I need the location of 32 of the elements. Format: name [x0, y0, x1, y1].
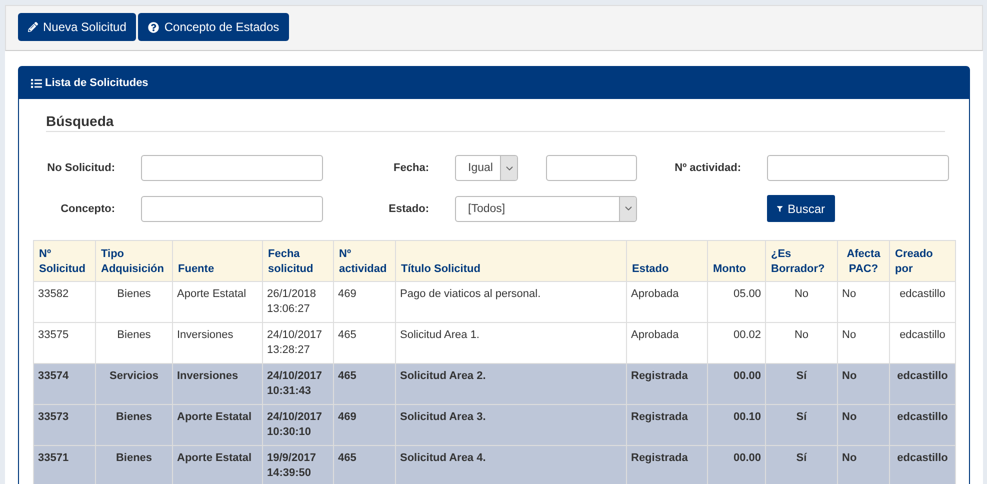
column-header[interactable]: Monto — [708, 240, 766, 282]
field-label: No Solicitud: — [46, 162, 115, 174]
help-icon — [148, 22, 160, 32]
toolbar-button[interactable]: Concepto de Estados — [138, 13, 290, 41]
input-field[interactable] — [141, 196, 323, 222]
column-header[interactable]: ¿Es Borrador? — [766, 240, 838, 282]
list-icon — [31, 78, 42, 88]
column-header[interactable]: Fecha solicitud — [262, 240, 334, 282]
search-button[interactable]: Buscar — [767, 195, 835, 222]
toolbar-button[interactable]: Nueva Solicitud — [18, 13, 136, 41]
field-label: Estado: — [388, 202, 429, 214]
column-header[interactable]: Nº Solicitud — [34, 240, 96, 282]
column-header[interactable]: Nº actividad — [334, 240, 396, 282]
field-label: Fecha: — [392, 162, 429, 174]
pencil-icon — [28, 22, 38, 32]
operator-select[interactable]: Igual — [455, 155, 518, 181]
field-label: Concepto: — [60, 202, 115, 214]
input-field[interactable] — [141, 155, 323, 181]
column-header[interactable]: Creado por — [890, 240, 956, 282]
filter-icon — [777, 204, 783, 214]
column-header[interactable]: Fuente — [172, 240, 262, 282]
table-cell: 33571 — [34, 446, 96, 484]
column-header[interactable]: Afecta PAC? — [838, 240, 890, 282]
field-label: Nº actividad: — [674, 162, 741, 174]
panel-title: Lista de Solicitudes — [45, 77, 148, 89]
column-header[interactable]: Título Solicitud — [396, 240, 626, 282]
column-header[interactable]: Estado — [626, 240, 708, 282]
input-field[interactable] — [767, 155, 949, 181]
column-header[interactable]: Tipo Adquisición — [96, 240, 172, 282]
section-heading: Búsqueda — [46, 113, 945, 132]
status-select[interactable]: [Todos] — [455, 196, 637, 222]
date-field[interactable] — [546, 155, 637, 181]
